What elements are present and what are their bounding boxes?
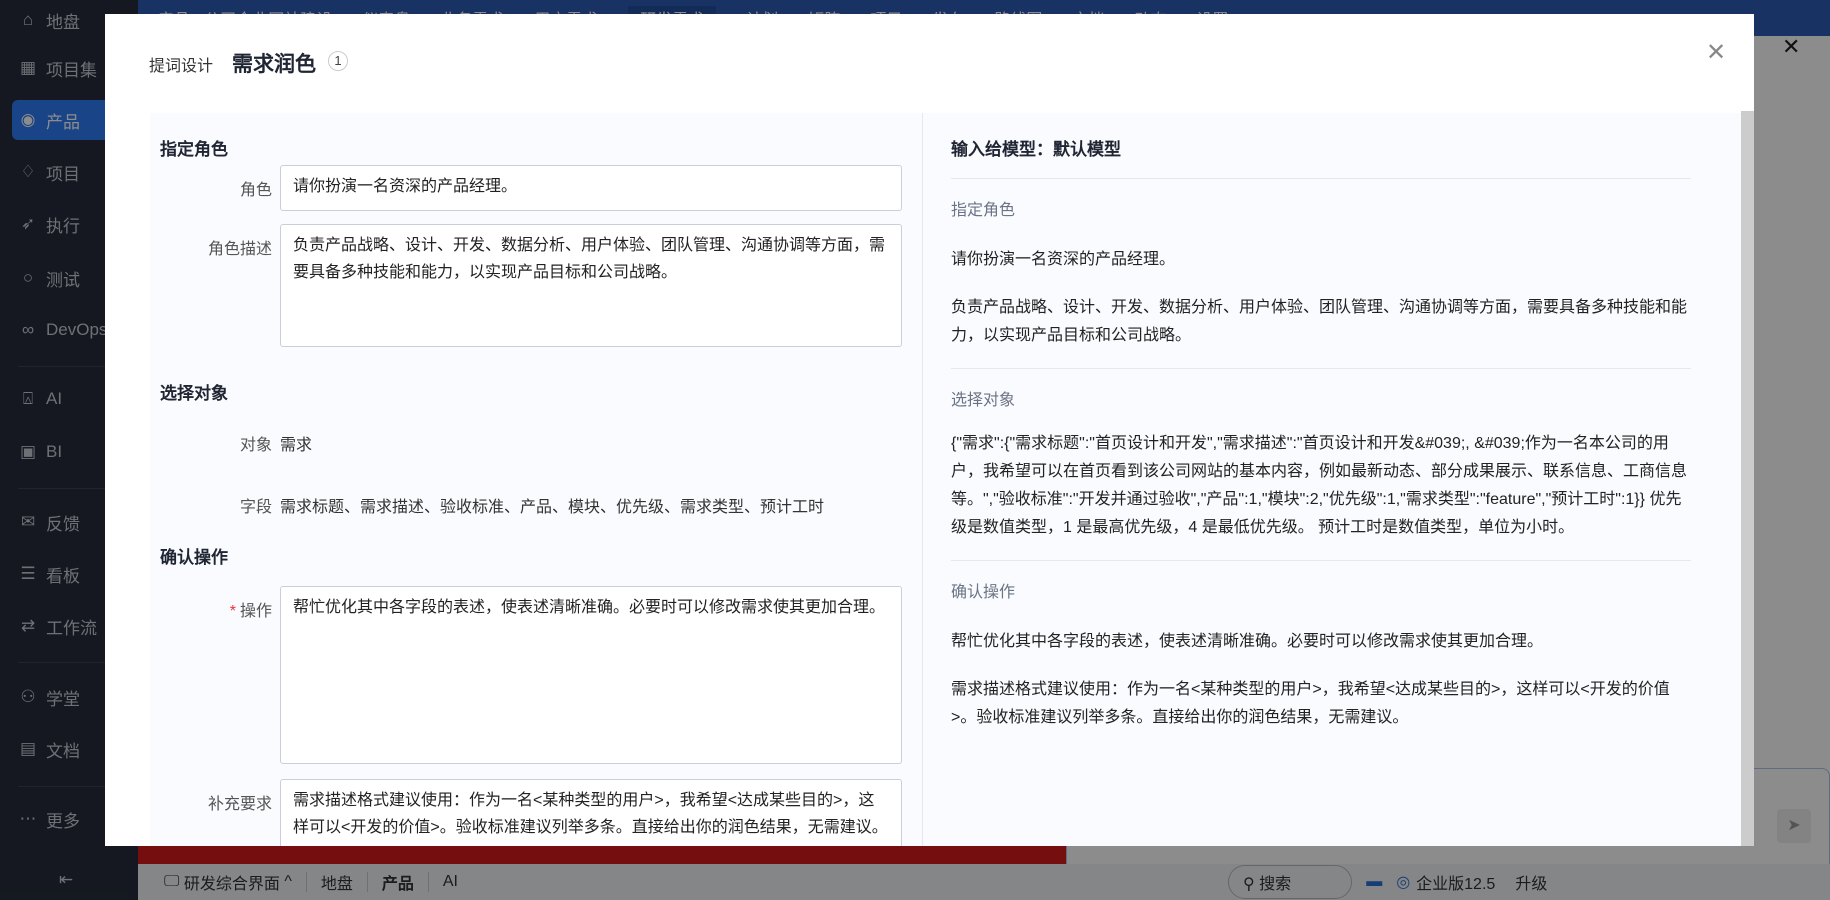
preview-extra: 需求描述格式建议使用：作为一名<某种类型的用户>，我希望<达成某些目的>，这样可… <box>951 681 1670 726</box>
extra-textarea[interactable]: 需求描述格式建议使用：作为一名<某种类型的用户>，我希望<达成某些目的>，这样可… <box>280 779 902 846</box>
background-close-icon[interactable]: ✕ <box>1782 34 1800 60</box>
object-label: 对象 <box>239 437 272 454</box>
modal-subtitle: 提词设计 <box>149 58 214 75</box>
prompt-design-modal: 提词设计 需求润色 1 ✕ 指定角色 角色 请你扮演一名资深的产品经理。 角色描… <box>105 14 1754 846</box>
preview-section-role: 指定角色 <box>951 202 1016 219</box>
action-label: 操作 <box>239 603 272 620</box>
preview-role-desc: 负责产品战略、设计、开发、数据分析、用户体验、团队管理、沟通协调等方面，需要具备… <box>951 299 1688 344</box>
required-mark: * <box>229 603 236 620</box>
action-textarea[interactable]: 帮忙优化其中各字段的表述，使表述清晰准确。必要时可以修改需求使其更加合理。 <box>280 586 902 764</box>
model-input-preview: 输入给模型：默认模型 指定角色 请你扮演一名资深的产品经理。 负责产品战略、设计… <box>922 113 1741 846</box>
preview-heading: 输入给模型：默认模型 <box>951 135 1691 179</box>
preview-section-action: 确认操作 <box>951 584 1016 601</box>
object-value: 需求 <box>280 437 313 454</box>
section-object: 选择对象 <box>160 384 228 403</box>
role-label: 角色 <box>239 182 272 199</box>
fields-label: 字段 <box>239 499 272 516</box>
fields-value: 需求标题、需求描述、验收标准、产品、模块、优先级、需求类型、预计工时 <box>280 499 825 516</box>
preview-action: 帮忙优化其中各字段的表述，使表述清晰准确。必要时可以修改需求使其更加合理。 <box>951 633 1544 650</box>
modal-scrollbar[interactable] <box>1741 111 1754 846</box>
role-desc-label: 角色描述 <box>207 241 272 258</box>
role-input[interactable]: 请你扮演一名资深的产品经理。 <box>280 165 902 211</box>
close-icon[interactable]: ✕ <box>1706 38 1726 67</box>
section-action: 确认操作 <box>160 548 228 567</box>
version-badge: 1 <box>328 51 348 71</box>
preview-object-json: {"需求":{"需求标题":"首页设计和开发","需求描述":"首页设计和开发&… <box>951 435 1688 536</box>
modal-title: 需求润色 <box>232 53 316 76</box>
role-desc-textarea[interactable]: 负责产品战略、设计、开发、数据分析、用户体验、团队管理、沟通协调等方面，需要具备… <box>280 224 902 347</box>
extra-label: 补充要求 <box>207 796 272 813</box>
section-role: 指定角色 <box>160 140 228 159</box>
preview-section-object: 选择对象 <box>951 392 1016 409</box>
prompt-form: 指定角色 角色 请你扮演一名资深的产品经理。 角色描述 负责产品战略、设计、开发… <box>150 113 922 846</box>
preview-role: 请你扮演一名资深的产品经理。 <box>951 251 1176 268</box>
